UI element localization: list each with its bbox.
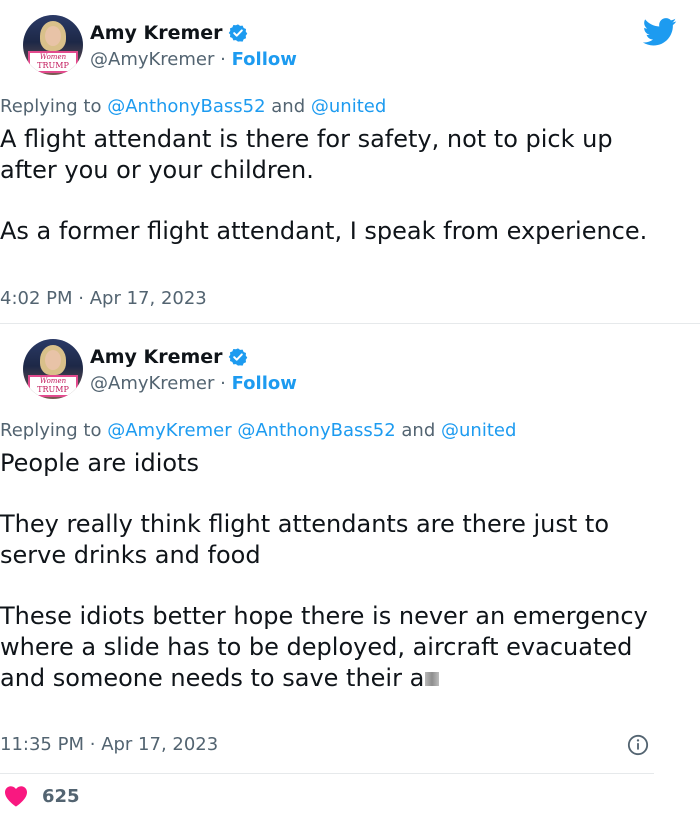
tweet-header: Women TRUMP Amy Kremer @AmyKremer · Foll…	[23, 0, 677, 75]
avatar[interactable]: Women TRUMP	[23, 339, 83, 399]
author-handle[interactable]: @AmyKremer	[90, 49, 214, 70]
reply-context: Replying to @AmyKremer @AnthonyBass52 an…	[0, 420, 517, 441]
handle-row: @AmyKremer · Follow	[90, 49, 297, 70]
tweet-card-2: Women TRUMP Amy Kremer @AmyKremer · Foll…	[0, 324, 700, 825]
avatar[interactable]: Women TRUMP	[23, 15, 83, 75]
author-handle[interactable]: @AmyKremer	[90, 373, 214, 394]
tweet-card-1: Women TRUMP Amy Kremer @AmyKremer · Foll…	[0, 0, 700, 324]
twitter-bird-icon[interactable]	[643, 18, 677, 46]
tweet-paragraph: A flight attendant is there for safety, …	[0, 125, 613, 184]
handle-row: @AmyKremer · Follow	[90, 373, 297, 394]
tweet-paragraph: As a former flight attendant, I speak fr…	[0, 217, 648, 245]
author-name-row: Amy Kremer	[90, 22, 248, 44]
tweet-paragraph: They really think flight attendants are …	[0, 510, 610, 569]
follow-button[interactable]: Follow	[232, 373, 297, 394]
avatar-sign: Women TRUMP	[28, 375, 78, 397]
tweet-paragraph: People are idiots	[0, 449, 199, 477]
tweet-text: A flight attendant is there for safety, …	[0, 124, 660, 247]
mention-link[interactable]: @AnthonyBass52	[237, 420, 395, 441]
info-icon[interactable]	[627, 734, 649, 756]
tweet-text: People are idiots They really think flig…	[0, 448, 660, 694]
separator: ·	[220, 373, 226, 394]
author-name-row: Amy Kremer	[90, 346, 248, 368]
censor-block	[425, 672, 440, 686]
mention-link[interactable]: @united	[441, 420, 516, 441]
tweet-header: Women TRUMP Amy Kremer @AmyKremer · Foll…	[23, 324, 677, 399]
avatar-sign: Women TRUMP	[28, 51, 78, 73]
like-count: 625	[42, 785, 80, 807]
author-name[interactable]: Amy Kremer	[90, 346, 223, 368]
mention-link[interactable]: @united	[311, 96, 386, 117]
tweet-paragraph: These idiots better hope there is never …	[0, 602, 648, 692]
author-name[interactable]: Amy Kremer	[90, 22, 223, 44]
separator: ·	[220, 49, 226, 70]
tweet-timestamp[interactable]: 11:35 PM · Apr 17, 2023	[0, 734, 218, 755]
mention-link[interactable]: @AnthonyBass52	[107, 96, 265, 117]
verified-badge-icon	[228, 348, 247, 366]
verified-badge-icon	[228, 24, 247, 42]
tweet-timestamp[interactable]: 4:02 PM · Apr 17, 2023	[0, 288, 207, 309]
divider	[0, 773, 654, 774]
mention-link[interactable]: @AmyKremer	[107, 420, 231, 441]
heart-icon[interactable]	[4, 785, 28, 807]
reply-context: Replying to @AnthonyBass52 and @united	[0, 96, 387, 117]
like-action[interactable]: 625	[4, 785, 80, 807]
follow-button[interactable]: Follow	[232, 49, 297, 70]
